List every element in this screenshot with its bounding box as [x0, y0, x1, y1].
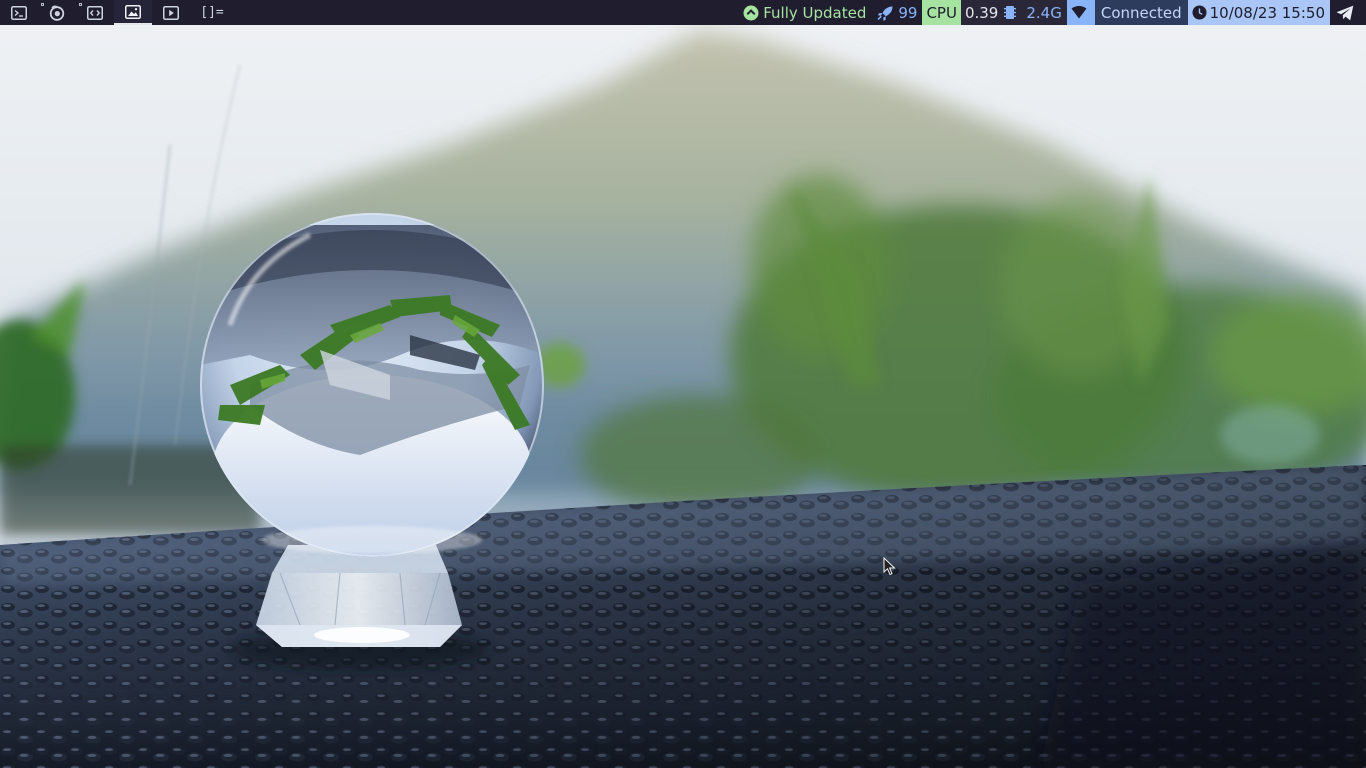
status-bar: []= Fully Updated 99 CPU 0.39 2.4G Conne…: [0, 0, 1366, 25]
workspace-4-button[interactable]: [114, 0, 152, 25]
memory-value: 2.4G: [1026, 3, 1062, 22]
network-status[interactable]: Connected: [1094, 0, 1188, 25]
media-player-icon: [163, 5, 179, 20]
desktop[interactable]: []= Fully Updated 99 CPU 0.39 2.4G Conne…: [0, 0, 1366, 768]
clock-datetime: 10/08/23 15:50: [1209, 3, 1325, 22]
packages-module[interactable]: 99: [871, 0, 922, 25]
crystal-stand: [256, 545, 462, 647]
system-tray: [1330, 0, 1366, 25]
layout-indicator[interactable]: []=: [190, 0, 234, 25]
code-editor-icon: [87, 5, 103, 20]
mouse-cursor-icon: [883, 557, 896, 576]
telegram-icon[interactable]: [1336, 5, 1358, 21]
status-modules: Fully Updated 99 CPU 0.39 2.4G Connected…: [739, 0, 1366, 25]
memory-chip-icon: [1004, 5, 1020, 20]
occupied-indicator: [79, 3, 82, 6]
update-arrow-icon: [743, 5, 763, 21]
wifi-icon-box[interactable]: [1066, 0, 1095, 25]
clock-icon: [1192, 5, 1210, 20]
workspace-3-button[interactable]: [76, 0, 114, 25]
clock-module[interactable]: 10/08/23 15:50: [1187, 0, 1330, 25]
occupied-indicator: [41, 3, 44, 6]
bar-spacer: [234, 0, 739, 25]
workspace-5-button[interactable]: [152, 0, 190, 25]
updates-text: Fully Updated: [763, 3, 867, 22]
updates-module[interactable]: Fully Updated: [739, 0, 871, 25]
packages-count: 99: [898, 3, 918, 22]
cpu-load-value: 0.39: [960, 0, 1003, 25]
cpu-label: CPU: [922, 0, 961, 25]
workspace-tags: []=: [0, 0, 234, 25]
wallpaper: [0, 25, 1366, 768]
wifi-icon: [1071, 6, 1091, 19]
terminal-icon: [11, 5, 27, 20]
rocket-icon: [876, 5, 898, 21]
memory-module[interactable]: 2.4G: [1002, 0, 1067, 25]
image-viewer-icon: [125, 4, 141, 19]
workspace-1-button[interactable]: [0, 0, 38, 25]
workspace-2-button[interactable]: [38, 0, 76, 25]
firefox-icon: [49, 5, 65, 21]
